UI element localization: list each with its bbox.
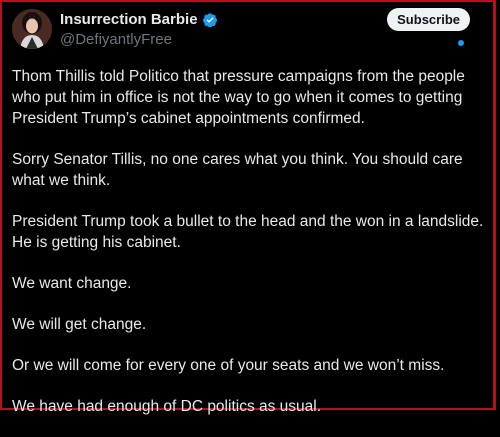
profile-photo-avatar-icon <box>12 9 52 49</box>
post-paragraph: Thom Thillis told Politico that pressure… <box>12 68 465 127</box>
author-block: Insurrection Barbie @DefiyantlyFree <box>60 11 218 48</box>
author-handle[interactable]: @DefiyantlyFree <box>60 31 218 48</box>
post-text: Thom Thillis told Politico that pressure… <box>12 66 488 437</box>
post-paragraph: Or we will come for every one of your se… <box>12 357 445 374</box>
verified-badge-icon <box>202 12 218 28</box>
author-display-name[interactable]: Insurrection Barbie <box>60 11 198 28</box>
notification-dot-icon <box>458 40 464 46</box>
post-paragraph: Sorry Senator Tillis, no one cares what … <box>12 151 463 189</box>
post-header: Insurrection Barbie @DefiyantlyFree Subs… <box>12 8 486 49</box>
post-paragraph: We will get change. <box>12 316 147 333</box>
subscribe-button[interactable]: Subscribe <box>387 8 470 31</box>
post-paragraph: President Trump took a bullet to the hea… <box>12 213 484 251</box>
avatar[interactable] <box>12 9 52 49</box>
post-paragraph: We want change. <box>12 275 132 292</box>
